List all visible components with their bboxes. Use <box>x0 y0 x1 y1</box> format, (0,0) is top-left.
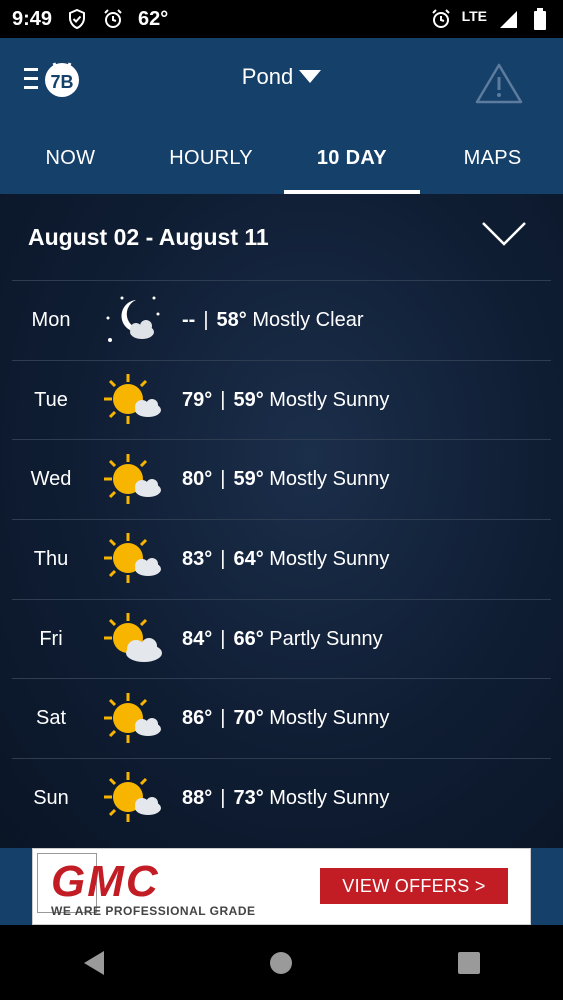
status-time: 9:49 <box>12 7 53 30</box>
day-name: Thu <box>33 547 69 570</box>
alarm-icon <box>102 8 124 30</box>
view-offers-button[interactable]: VIEW OFFERS > <box>320 868 508 904</box>
high-temp: 88° <box>182 786 213 809</box>
app-header: 7B Pond NOW HOURLY 10 DAY MAPS <box>0 38 563 194</box>
day-name: Tue <box>34 388 68 411</box>
recents-button[interactable] <box>449 943 489 983</box>
moon-cloud-icon <box>106 296 160 343</box>
dropdown-arrow-icon <box>299 70 322 83</box>
day-row[interactable]: Sun 88° | 73° Mostly Sunny <box>12 758 551 838</box>
back-button[interactable] <box>74 943 114 983</box>
alarm-icon <box>430 8 452 30</box>
day-row[interactable]: Tue 79° | 59° Mostly Sunny <box>12 359 551 440</box>
tab-bar: NOW HOURLY 10 DAY MAPS <box>0 133 563 194</box>
back-triangle-icon <box>83 950 104 975</box>
ad-strip: GMC WE ARE PROFESSIONAL GRADE VIEW OFFER… <box>0 848 563 925</box>
tab-now[interactable]: NOW <box>0 133 141 194</box>
forecast-panel: August 02 - August 11 Mon -- | 58° Mostly … <box>0 194 563 848</box>
sun-cloud-icon <box>104 374 161 425</box>
low-temp: 66° <box>233 627 264 650</box>
signal-icon <box>497 8 519 30</box>
ad-tagline: WE ARE PROFESSIONAL GRADE <box>51 904 256 918</box>
recents-square-icon <box>458 951 481 974</box>
tab-maps[interactable]: MAPS <box>422 133 563 194</box>
day-list: Mon -- | 58° Mostly Clear Tue 79° | 59° … <box>12 280 551 838</box>
sun-cloud-icon <box>104 772 161 823</box>
high-temp: 83° <box>182 547 213 570</box>
sun-cloud-icon <box>104 453 161 504</box>
shield-icon <box>66 8 88 30</box>
low-temp: 73° <box>233 786 264 809</box>
low-temp: 59° <box>233 468 264 491</box>
status-bar: 9:49 62° LTE <box>0 0 563 38</box>
condition: Mostly Sunny <box>269 707 390 730</box>
high-temp: 80° <box>182 468 213 491</box>
day-forecast: 83° | 64° Mostly Sunny <box>182 547 390 570</box>
battery-icon <box>529 8 551 30</box>
tab-hourly[interactable]: HOURLY <box>141 133 282 194</box>
day-name: Fri <box>39 627 63 650</box>
low-temp: 70° <box>233 707 264 730</box>
chevron-down-icon[interactable] <box>481 220 527 248</box>
condition: Mostly Clear <box>252 308 364 331</box>
date-range-header[interactable]: August 02 - August 11 <box>0 194 563 280</box>
low-temp: 59° <box>233 388 264 411</box>
low-temp: 58° <box>216 308 247 331</box>
date-range-title: August 02 - August 11 <box>28 223 269 250</box>
sun-cloud-icon <box>104 692 161 743</box>
condition: Mostly Sunny <box>269 388 390 411</box>
day-forecast: 80° | 59° Mostly Sunny <box>182 468 390 491</box>
day-name: Sun <box>33 786 69 809</box>
day-name: Mon <box>31 308 71 331</box>
day-row[interactable]: Fri 84° | 66° Partly Sunny <box>12 598 551 679</box>
home-button[interactable] <box>261 943 301 983</box>
location-name: Pond <box>241 64 294 89</box>
condition: Mostly Sunny <box>269 547 390 570</box>
day-row[interactable]: Thu 83° | 64° Mostly Sunny <box>12 519 551 599</box>
status-temperature: 62° <box>138 7 169 30</box>
day-row[interactable]: Mon -- | 58° Mostly Clear <box>12 280 551 360</box>
day-forecast: 88° | 73° Mostly Sunny <box>182 786 390 809</box>
day-row[interactable]: Wed 80° | 59° Mostly Sunny <box>12 439 551 519</box>
high-temp: 84° <box>182 627 213 650</box>
condition: Mostly Sunny <box>269 786 390 809</box>
high-temp: 86° <box>182 707 213 730</box>
ad-brand-logo: GMC <box>51 857 160 906</box>
low-temp: 64° <box>233 547 264 570</box>
network-type: LTE <box>461 8 487 24</box>
alert-button[interactable] <box>475 62 523 104</box>
day-forecast: 84° | 66° Partly Sunny <box>182 627 383 650</box>
tab-10-day[interactable]: 10 DAY <box>282 133 423 194</box>
system-nav-bar <box>0 925 563 1000</box>
day-forecast: 79° | 59° Mostly Sunny <box>182 388 390 411</box>
condition: Partly Sunny <box>269 627 383 650</box>
alert-triangle-icon <box>475 63 523 104</box>
ad-banner[interactable]: GMC WE ARE PROFESSIONAL GRADE VIEW OFFER… <box>32 848 531 925</box>
day-name: Wed <box>30 468 72 491</box>
high-temp: -- <box>182 308 196 331</box>
sun-cloud-icon <box>104 613 162 663</box>
day-row[interactable]: Sat 86° | 70° Mostly Sunny <box>12 678 551 758</box>
sun-cloud-icon <box>104 533 161 584</box>
high-temp: 79° <box>182 388 213 411</box>
day-name: Sat <box>35 707 67 730</box>
home-circle-icon <box>270 951 293 974</box>
condition: Mostly Sunny <box>269 468 390 491</box>
day-forecast: -- | 58° Mostly Clear <box>182 308 364 331</box>
day-forecast: 86° | 70° Mostly Sunny <box>182 707 390 730</box>
